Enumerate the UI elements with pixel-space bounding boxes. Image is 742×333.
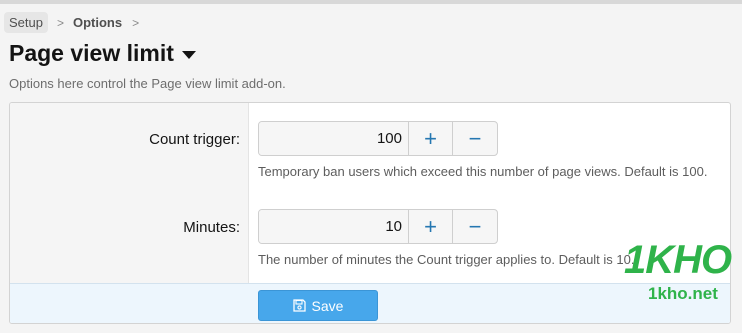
- breadcrumb-setup-link[interactable]: Setup: [4, 12, 48, 33]
- count-trigger-input[interactable]: [259, 122, 409, 155]
- breadcrumb: Setup > Options >: [4, 12, 139, 33]
- watermark-logo: 1KHO 1kho.net: [624, 240, 734, 310]
- floppy-disk-icon: [292, 299, 306, 312]
- page-title-row[interactable]: Page view limit: [9, 40, 196, 67]
- count-trigger-increment-button[interactable]: +: [409, 122, 453, 155]
- breadcrumb-separator-icon: >: [132, 15, 140, 30]
- count-trigger-hint: Temporary ban users which exceed this nu…: [258, 164, 708, 179]
- options-page: Setup > Options > Page view limit Option…: [0, 0, 742, 333]
- breadcrumb-separator-icon: >: [56, 15, 64, 30]
- page-description: Options here control the Page view limit…: [9, 76, 286, 91]
- minutes-hint: The number of minutes the Count trigger …: [258, 252, 635, 267]
- breadcrumb-options-link[interactable]: Options: [73, 15, 122, 30]
- minutes-stepper: + −: [258, 209, 498, 244]
- save-button[interactable]: Save: [258, 290, 378, 321]
- watermark-url: 1kho.net: [648, 284, 718, 303]
- form-footer: Save: [10, 283, 730, 323]
- save-button-label: Save: [311, 297, 344, 314]
- count-trigger-label: Count trigger:: [149, 131, 240, 148]
- options-form: Count trigger: Minutes: + − Temporary ba…: [9, 102, 731, 324]
- minutes-decrement-button[interactable]: −: [453, 210, 497, 243]
- minutes-increment-button[interactable]: +: [409, 210, 453, 243]
- count-trigger-stepper: + −: [258, 121, 498, 156]
- minutes-label: Minutes:: [183, 219, 240, 236]
- label-column: Count trigger: Minutes:: [10, 103, 249, 283]
- minutes-input[interactable]: [259, 210, 409, 243]
- count-trigger-decrement-button[interactable]: −: [453, 122, 497, 155]
- caret-down-icon[interactable]: [181, 50, 196, 59]
- watermark-brand: 1KHO: [624, 238, 732, 282]
- page-title: Page view limit: [9, 40, 174, 66]
